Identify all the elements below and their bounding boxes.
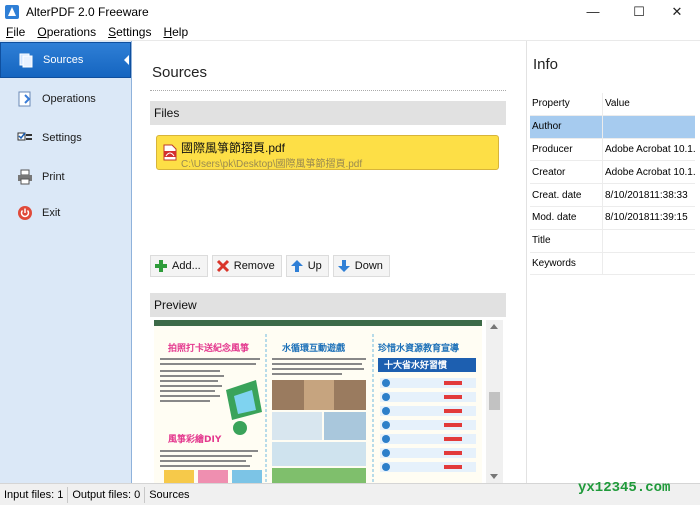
status-output-files: Output files: 0 <box>68 486 146 503</box>
watermark: yx12345.com <box>578 480 671 496</box>
status-mode: Sources <box>149 488 190 501</box>
menu-bar: File Operations Settings Help <box>0 23 700 41</box>
table-row[interactable]: Mod. date 8/10/201811:39:15 <box>530 206 695 230</box>
menu-file[interactable]: File <box>0 25 31 39</box>
sidebar-item-label: Sources <box>43 54 84 66</box>
sidebar-item-label: Exit <box>42 207 61 219</box>
remove-button[interactable]: Remove <box>211 255 282 277</box>
scroll-up-icon[interactable] <box>490 324 498 329</box>
printer-icon <box>18 169 32 185</box>
sidebar-item-exit[interactable]: Exit <box>0 195 131 231</box>
pdf-preview: 拍照打卡送紀念風箏 風箏彩繪DIY 水循環互動遊戲 珍惜水資源教育宣導 十大省水… <box>154 320 482 483</box>
table-row[interactable]: Creator Adobe Acrobat 10.1. <box>530 161 695 185</box>
sidebar-item-settings[interactable]: Settings <box>0 120 131 156</box>
sources-icon <box>19 53 33 68</box>
preview-col2-title: 水循環互動遊戲 <box>282 342 346 354</box>
checkbox-settings-icon <box>17 132 32 141</box>
file-name: 國際風箏節摺頁.pdf <box>181 141 286 155</box>
preview-col3-title: 珍惜水資源教育宣導 <box>378 342 459 354</box>
table-row[interactable]: Creat. date 8/10/201811:38:33 <box>530 184 695 207</box>
table-row[interactable]: Title <box>530 229 695 253</box>
preview-col1-title: 拍照打卡送紀念風箏 <box>168 342 249 354</box>
power-icon <box>18 206 32 220</box>
file-path: C:\Users\pk\Desktop\國際風箏節摺頁.pdf <box>181 159 363 170</box>
file-toolbar: Add... Remove Up Down <box>150 255 390 279</box>
title-divider <box>150 90 506 91</box>
sidebar-item-label: Operations <box>42 93 96 105</box>
info-table: Property Value Author Producer Adobe Acr… <box>530 93 695 276</box>
plus-icon <box>155 260 167 272</box>
sources-panel: Sources Files 國際風箏節摺頁.pdf C:\Users\pk\De… <box>132 41 526 483</box>
remove-x-icon <box>216 259 229 273</box>
operations-icon <box>18 91 31 107</box>
sidebar-item-label: Print <box>42 171 65 183</box>
status-input-files: Input files: 1 <box>0 486 69 503</box>
active-caret-icon <box>124 55 129 65</box>
preview-col1-subtitle: 風箏彩繪DIY <box>168 433 222 445</box>
sidebar-item-sources[interactable]: Sources <box>0 42 131 78</box>
menu-operations[interactable]: Operations <box>31 25 102 39</box>
arrow-up-icon <box>290 260 303 272</box>
sidebar-item-print[interactable]: Print <box>0 159 131 195</box>
preview-section-header: Preview <box>150 293 506 317</box>
menu-help[interactable]: Help <box>157 25 194 39</box>
arrow-down-icon <box>337 260 350 272</box>
move-up-button[interactable]: Up <box>285 255 329 277</box>
scroll-down-icon[interactable] <box>490 474 498 479</box>
files-section-header: Files <box>150 101 506 125</box>
page-title: Sources <box>152 64 208 81</box>
info-panel: Info Property Value Author Producer Adob… <box>526 41 700 483</box>
menu-settings[interactable]: Settings <box>102 25 157 39</box>
move-down-button[interactable]: Down <box>332 255 390 277</box>
close-button[interactable]: ✕ <box>654 0 700 23</box>
table-row[interactable]: Keywords <box>530 252 695 276</box>
scroll-thumb[interactable] <box>489 392 500 410</box>
minimize-button[interactable]: — <box>570 0 616 23</box>
file-list-item[interactable]: 國際風箏節摺頁.pdf C:\Users\pk\Desktop\國際風箏節摺頁.… <box>156 135 499 170</box>
pdf-page-thumbnail: 拍照打卡送紀念風箏 風箏彩繪DIY 水循環互動遊戲 珍惜水資源教育宣導 十大省水… <box>154 320 482 483</box>
sidebar-item-operations[interactable]: Operations <box>0 81 131 117</box>
sidebar: Sources Operations Settings Print Exit <box>0 41 132 483</box>
preview-col3-banner: 十大省水好習慣 <box>384 359 447 371</box>
window-title: AlterPDF 2.0 Freeware <box>26 4 149 19</box>
table-row[interactable]: Producer Adobe Acrobat 10.1. <box>530 138 695 162</box>
app-icon <box>5 4 19 19</box>
column-header-property[interactable]: Property <box>530 93 603 115</box>
title-bar: AlterPDF 2.0 Freeware — ☐ ✕ <box>0 0 700 23</box>
add-button[interactable]: Add... <box>150 255 208 277</box>
info-title: Info <box>533 56 559 73</box>
sidebar-item-label: Settings <box>42 132 82 144</box>
pdf-file-icon <box>163 144 177 161</box>
info-table-header: Property Value <box>530 93 695 116</box>
table-row[interactable]: Author <box>530 115 695 139</box>
preview-scrollbar[interactable] <box>486 320 503 483</box>
column-header-value[interactable]: Value <box>603 93 695 115</box>
